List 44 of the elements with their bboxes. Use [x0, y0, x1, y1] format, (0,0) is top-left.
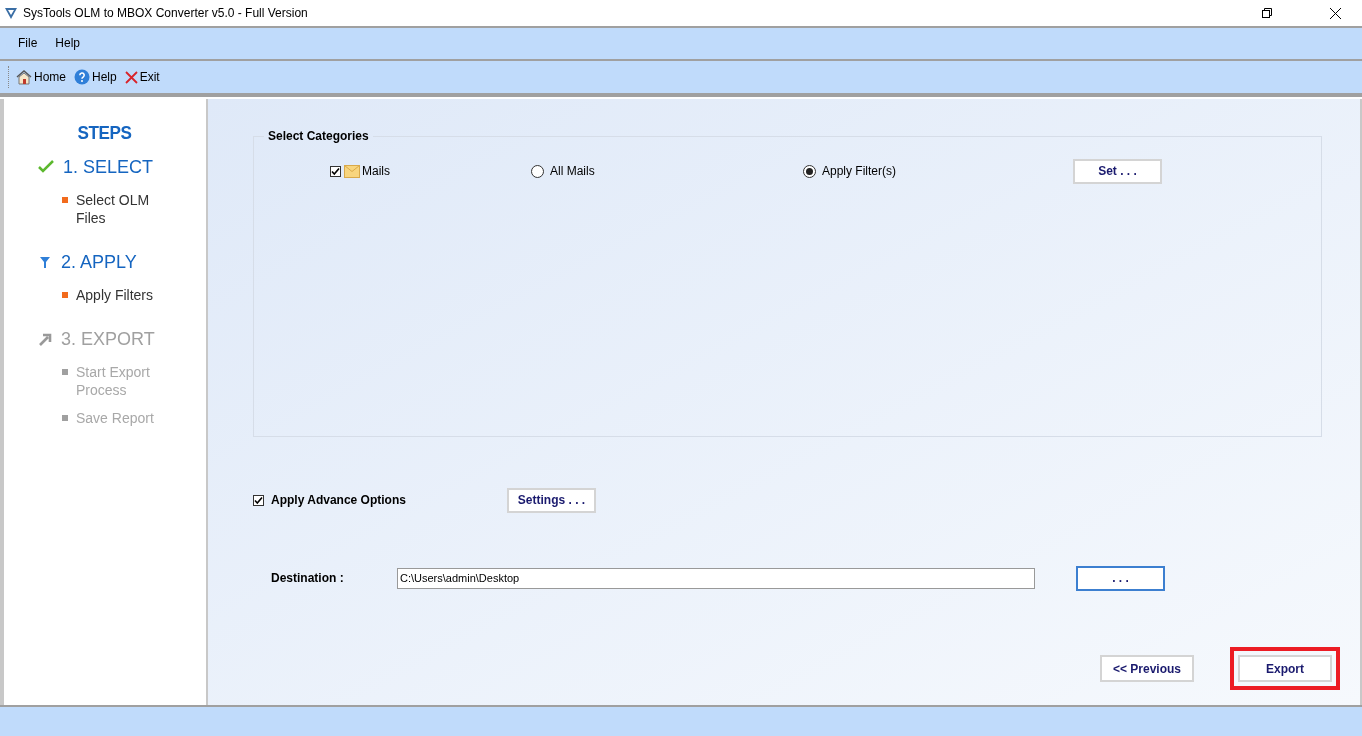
- envelope-icon: [344, 164, 360, 178]
- browse-button[interactable]: . . .: [1076, 565, 1165, 591]
- step-title: 2. APPLY: [61, 250, 137, 274]
- restore-icon: [1262, 8, 1272, 18]
- radio-button[interactable]: [531, 164, 544, 178]
- bullet-icon: [62, 196, 68, 203]
- step-title: 3. EXPORT: [61, 327, 155, 351]
- toolbar-button[interactable]: Exit: [124, 68, 164, 86]
- step-item: Select OLM Files: [76, 190, 151, 227]
- nav-button[interactable]: << Previous: [1100, 655, 1194, 682]
- step-title: 1. SELECT: [63, 155, 154, 179]
- steps-heading: STEPS: [76, 121, 133, 145]
- funnel-icon: [38, 255, 52, 269]
- toolbar-button[interactable]: Home: [16, 68, 70, 86]
- close-icon: [124, 70, 138, 84]
- menu-item[interactable]: File: [10, 33, 46, 53]
- arrow-icon: [38, 332, 52, 346]
- home-icon: [16, 69, 32, 85]
- checkbox-label: Apply Advance Options: [271, 492, 407, 509]
- radio-button[interactable]: [803, 164, 816, 178]
- help-icon: [74, 69, 90, 85]
- step-item: Apply Filters: [76, 285, 155, 304]
- close-icon: [1330, 7, 1341, 19]
- field-label: Destination :: [271, 570, 345, 587]
- set-button[interactable]: Set . . .: [1073, 158, 1162, 184]
- checkbox[interactable]: [253, 494, 264, 506]
- nav-button[interactable]: Export: [1238, 655, 1332, 682]
- toolbar-button[interactable]: Help: [74, 68, 121, 86]
- bullet-icon: [62, 414, 68, 421]
- settings-button[interactable]: Settings . . .: [507, 487, 596, 513]
- step-item: Start Export Process: [76, 362, 151, 399]
- step-item: Save Report: [76, 408, 155, 427]
- destination-field[interactable]: C:\Users\admin\Desktop: [397, 567, 1035, 589]
- window-title: SysTools OLM to MBOX Converter v5.0 - Full Version: [23, 5, 308, 22]
- bullet-icon: [62, 291, 68, 298]
- menu-item[interactable]: Help: [47, 33, 89, 53]
- check-icon: [38, 160, 54, 174]
- radio-label: Apply Filter(s): [822, 163, 896, 180]
- radio-label: All Mails: [550, 163, 595, 180]
- checkbox-label: Mails: [362, 163, 390, 180]
- app-logo-icon: [4, 6, 18, 20]
- panel-title: Select Categories: [267, 128, 370, 145]
- checkbox[interactable]: [330, 165, 341, 177]
- bullet-icon: [62, 368, 68, 375]
